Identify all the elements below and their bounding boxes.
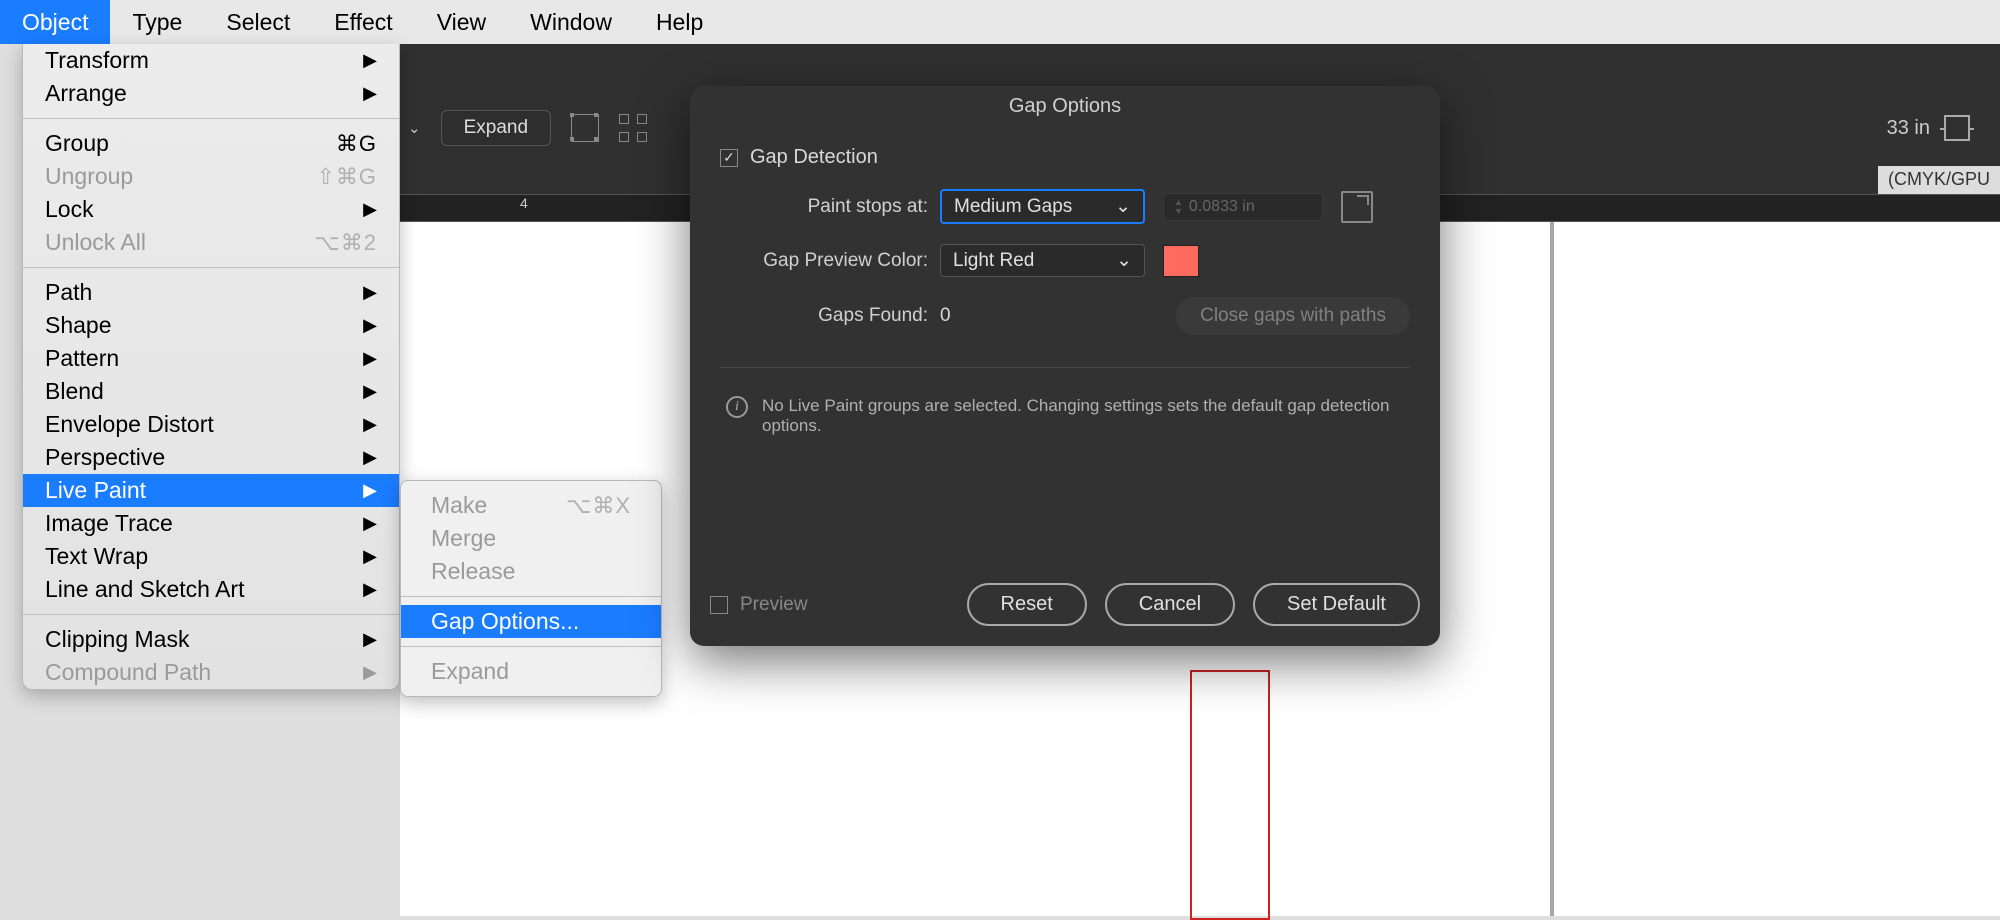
menubar-item-effect[interactable]: Effect: [312, 0, 414, 44]
dialog-title: Gap Options: [690, 86, 1440, 126]
submenu-arrow-icon: ▶: [363, 629, 377, 650]
submenu-arrow-icon: ▶: [363, 447, 377, 468]
measurement-readout: 33 in: [1887, 117, 1930, 140]
dropdown-chevron-icon[interactable]: ⌄: [408, 119, 421, 137]
options-bar-right: 33 in: [1887, 104, 1970, 152]
menu-item-arrange[interactable]: Arrange▶: [23, 77, 399, 110]
menu-item-clipping-mask[interactable]: Clipping Mask▶: [23, 623, 399, 656]
submenu-item-expand: Expand: [401, 655, 661, 688]
menubar-item-object[interactable]: Object: [0, 0, 110, 44]
submenu-arrow-icon: ▶: [363, 282, 377, 303]
align-icon[interactable]: [1944, 115, 1970, 141]
menu-item-image-trace[interactable]: Image Trace▶: [23, 507, 399, 540]
chevron-down-icon: ⌄: [1115, 195, 1131, 218]
menu-item-blend[interactable]: Blend▶: [23, 375, 399, 408]
menu-item-unlock-all: Unlock All⌥⌘2: [23, 226, 399, 259]
menu-item-path[interactable]: Path▶: [23, 276, 399, 309]
menubar-item-view[interactable]: View: [415, 0, 508, 44]
submenu-arrow-icon: ▶: [363, 381, 377, 402]
menu-item-group[interactable]: Group⌘G: [23, 127, 399, 160]
menu-separator: [23, 118, 399, 119]
submenu-item-release: Release: [401, 555, 661, 588]
submenu-arrow-icon: ▶: [363, 315, 377, 336]
document-tab[interactable]: (CMYK/GPU: [1878, 166, 2000, 194]
set-default-button[interactable]: Set Default: [1253, 583, 1420, 626]
menu-item-transform[interactable]: Transform▶: [23, 44, 399, 77]
close-gaps-button: Close gaps with paths: [1176, 297, 1410, 335]
chevron-down-icon: ⌄: [1116, 249, 1132, 272]
menu-item-ungroup: Ungroup⇧⌘G: [23, 160, 399, 193]
submenu-arrow-icon: ▶: [363, 348, 377, 369]
preview-checkbox[interactable]: [710, 596, 728, 614]
reset-button[interactable]: Reset: [967, 583, 1087, 626]
isolate-group-icon[interactable]: [619, 114, 647, 142]
submenu-arrow-icon: ▶: [363, 546, 377, 567]
info-icon: i: [726, 396, 748, 418]
submenu-item-merge: Merge: [401, 522, 661, 555]
menubar: ObjectTypeSelectEffectViewWindowHelp: [0, 0, 2000, 44]
menubar-item-help[interactable]: Help: [634, 0, 725, 44]
paint-stops-dropdown[interactable]: Medium Gaps⌄: [940, 189, 1145, 224]
menu-item-pattern[interactable]: Pattern▶: [23, 342, 399, 375]
menu-separator: [23, 614, 399, 615]
submenu-arrow-icon: ▶: [363, 579, 377, 600]
menu-item-perspective[interactable]: Perspective▶: [23, 441, 399, 474]
submenu-arrow-icon: ▶: [363, 199, 377, 220]
gap-detection-label: Gap Detection: [750, 146, 878, 169]
submenu-arrow-icon: ▶: [363, 480, 377, 501]
gap-preview-icon-button[interactable]: [1341, 191, 1373, 223]
menu-separator: [401, 646, 661, 647]
menu-item-live-paint[interactable]: Live Paint▶: [23, 474, 399, 507]
submenu-arrow-icon: ▶: [363, 83, 377, 104]
artboard-edge: [1550, 222, 1554, 916]
expand-button[interactable]: Expand: [441, 110, 551, 146]
cancel-button[interactable]: Cancel: [1105, 583, 1235, 626]
bounding-box-icon[interactable]: [571, 114, 599, 142]
menu-item-envelope-distort[interactable]: Envelope Distort▶: [23, 408, 399, 441]
gaps-found-value: 0: [940, 305, 951, 327]
menu-item-line-and-sketch-art[interactable]: Line and Sketch Art▶: [23, 573, 399, 606]
dialog-info: i No Live Paint groups are selected. Cha…: [720, 396, 1410, 436]
live-paint-submenu: Make⌥⌘XMergeRelease Gap Options... Expand: [400, 480, 662, 697]
menubar-item-select[interactable]: Select: [204, 0, 312, 44]
submenu-arrow-icon: ▶: [363, 414, 377, 435]
menu-item-lock[interactable]: Lock▶: [23, 193, 399, 226]
gaps-found-label: Gaps Found:: [720, 305, 940, 327]
menu-separator: [401, 596, 661, 597]
menu-item-compound-path: Compound Path▶: [23, 656, 399, 689]
ruler-tick: 4: [520, 195, 528, 211]
gap-preview-color-label: Gap Preview Color:: [720, 250, 940, 272]
paint-stops-label: Paint stops at:: [720, 196, 940, 218]
menubar-item-window[interactable]: Window: [508, 0, 634, 44]
submenu-item-make: Make⌥⌘X: [401, 489, 661, 522]
submenu-arrow-icon: ▶: [363, 662, 377, 683]
menu-item-shape[interactable]: Shape▶: [23, 309, 399, 342]
gap-preview-color-swatch[interactable]: [1163, 245, 1199, 277]
selected-object[interactable]: [1190, 670, 1270, 920]
menu-separator: [23, 267, 399, 268]
object-menu: Transform▶Arrange▶ Group⌘GUngroup⇧⌘GLock▶…: [22, 44, 400, 690]
gap-options-dialog: Gap Options Gap Detection Paint stops at…: [690, 86, 1440, 646]
gap-preview-color-dropdown[interactable]: Light Red⌄: [940, 244, 1145, 277]
submenu-arrow-icon: ▶: [363, 513, 377, 534]
submenu-item-gap-options[interactable]: Gap Options...: [401, 605, 661, 638]
menu-item-text-wrap[interactable]: Text Wrap▶: [23, 540, 399, 573]
preview-label: Preview: [740, 594, 808, 616]
menubar-item-type[interactable]: Type: [110, 0, 204, 44]
gap-detection-checkbox[interactable]: [720, 149, 738, 167]
stepper-arrows-icon: ▲▼: [1174, 198, 1183, 216]
submenu-arrow-icon: ▶: [363, 50, 377, 71]
custom-gap-size-stepper: ▲▼ 0.0833 in: [1163, 193, 1323, 221]
